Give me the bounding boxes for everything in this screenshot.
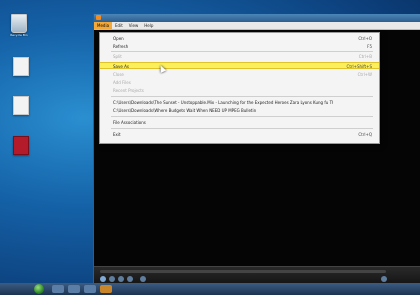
seek-bar[interactable] bbox=[100, 270, 386, 273]
play-icon[interactable] bbox=[100, 276, 106, 282]
menu-item-label: Save As bbox=[113, 64, 129, 69]
menu-item-exit[interactable]: Exit Ctrl+Q bbox=[100, 131, 379, 138]
menu-help[interactable]: Help bbox=[141, 22, 156, 29]
start-button[interactable] bbox=[34, 284, 44, 294]
playback-controls bbox=[94, 266, 420, 284]
menu-item-label: C:\Users\Downloads\Where Budgets Wait Wh… bbox=[113, 108, 257, 113]
menu-item-label: Open bbox=[113, 36, 124, 41]
playlist-icon[interactable] bbox=[140, 276, 146, 282]
media-taskbar-icon[interactable] bbox=[84, 285, 96, 293]
menu-bar: Media Edit View Help bbox=[94, 22, 420, 30]
menu-item-label: Add Files bbox=[113, 80, 131, 85]
menu-item-add-files[interactable]: Add Files bbox=[100, 79, 379, 86]
document-icon[interactable] bbox=[10, 96, 32, 115]
menu-item-shortcut: Ctrl+W bbox=[357, 72, 372, 77]
file-icon bbox=[13, 96, 29, 115]
menu-item-save-as[interactable]: Save As Ctrl+Shift+S bbox=[100, 62, 379, 69]
menu-item-shortcut: Ctrl+B bbox=[358, 54, 372, 59]
explorer-taskbar-icon[interactable] bbox=[52, 285, 64, 293]
menu-item-recent-file-1[interactable]: C:\Users\Downloads\The Sunset - Unstoppa… bbox=[100, 99, 379, 106]
menu-edit[interactable]: Edit bbox=[112, 22, 126, 29]
volume-icon[interactable] bbox=[381, 276, 387, 282]
stop-icon[interactable] bbox=[109, 276, 115, 282]
menu-item-label: Exit bbox=[113, 132, 121, 137]
menu-item-label: Refresh bbox=[113, 44, 129, 49]
window-title-bar[interactable] bbox=[94, 14, 420, 22]
menu-separator bbox=[111, 96, 373, 97]
menu-separator bbox=[111, 116, 373, 117]
menu-item-recent-projects[interactable]: Recent Projects bbox=[100, 87, 379, 94]
media-dropdown-menu: Open Ctrl+O Refresh F5 Split Ctrl+B Save… bbox=[99, 32, 380, 144]
taskbar bbox=[0, 283, 420, 295]
next-icon[interactable] bbox=[127, 276, 133, 282]
menu-item-file-associations[interactable]: File Associations bbox=[100, 119, 379, 126]
app-icon bbox=[96, 15, 101, 20]
menu-item-shortcut: Ctrl+Shift+S bbox=[346, 64, 372, 69]
trash-icon bbox=[11, 14, 27, 33]
browser-taskbar-icon[interactable] bbox=[68, 285, 80, 293]
menu-item-recent-file-2[interactable]: C:\Users\Downloads\Where Budgets Wait Wh… bbox=[100, 107, 379, 114]
pdf-icon bbox=[13, 136, 29, 155]
pdf-file-icon[interactable] bbox=[10, 136, 32, 155]
document-icon[interactable] bbox=[10, 57, 32, 76]
menu-item-label: Close bbox=[113, 72, 124, 77]
menu-item-shortcut: F5 bbox=[367, 44, 372, 49]
menu-item-label: File Associations bbox=[113, 120, 146, 125]
menu-item-shortcut: Ctrl+Q bbox=[358, 132, 372, 137]
desktop-icon-label: Recycle Bin bbox=[10, 34, 28, 37]
menu-item-label: Split bbox=[113, 54, 122, 59]
menu-item-open[interactable]: Open Ctrl+O bbox=[100, 35, 379, 42]
menu-view[interactable]: View bbox=[126, 22, 142, 29]
recycle-bin-icon[interactable]: Recycle Bin bbox=[8, 14, 30, 37]
menu-separator bbox=[111, 128, 373, 129]
menu-item-refresh[interactable]: Refresh F5 bbox=[100, 43, 379, 50]
menu-item-shortcut: Ctrl+O bbox=[358, 36, 372, 41]
previous-icon[interactable] bbox=[118, 276, 124, 282]
file-icon bbox=[13, 57, 29, 76]
menu-item-split[interactable]: Split Ctrl+B bbox=[100, 53, 379, 60]
menu-item-label: C:\Users\Downloads\The Sunset - Unstoppa… bbox=[113, 100, 333, 105]
player-taskbar-icon[interactable] bbox=[100, 285, 112, 293]
menu-media[interactable]: Media bbox=[94, 22, 113, 29]
menu-item-label: Recent Projects bbox=[113, 88, 144, 93]
menu-separator bbox=[111, 51, 373, 52]
menu-item-close[interactable]: Close Ctrl+W bbox=[100, 71, 379, 78]
